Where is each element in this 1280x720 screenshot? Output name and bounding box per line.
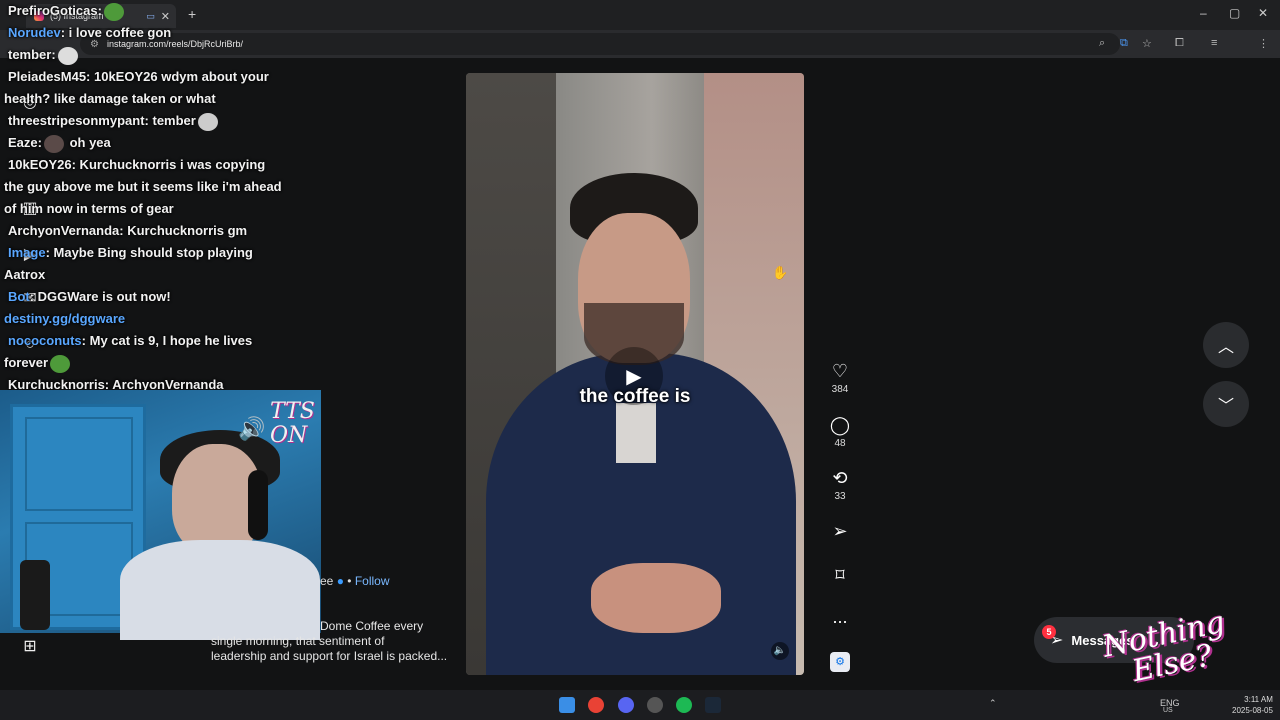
like-count: 384 <box>831 384 849 395</box>
spotify-icon[interactable] <box>676 697 692 713</box>
volume-icon[interactable]: 🔈 <box>771 642 789 660</box>
menu-icon[interactable]: ⋮ <box>1258 37 1269 50</box>
stream-chat-overlay: PrefiroGoticas: Norudev: i love coffee g… <box>4 0 294 396</box>
repost-count: 33 <box>834 491 846 502</box>
chat-message: 10kEOY26: Kurchucknorris i was copying <box>8 157 266 172</box>
chat-message-continuation: the guy above me but it seems like i'm a… <box>4 179 282 194</box>
microphone-icon <box>20 560 50 630</box>
more-icon: ... <box>832 607 848 627</box>
reel-caption[interactable]: Dome Coffee every single morning, that s… <box>211 619 451 664</box>
audio-thumbnail-icon[interactable]: ⚙ <box>830 652 850 672</box>
next-reel-button[interactable]: ﹀ <box>1203 381 1249 427</box>
save-button[interactable]: ⌑ <box>826 564 854 586</box>
chat-message-continuation: health? like damage taken or what <box>4 91 216 106</box>
send-icon: ➢ <box>832 521 848 541</box>
discord-icon[interactable] <box>618 697 634 713</box>
bookmark-star-icon[interactable]: ☆ <box>1142 37 1152 50</box>
extensions-icon[interactable]: ⧠ <box>1175 37 1184 50</box>
emote-icon <box>103 2 124 21</box>
emote-icon <box>197 112 218 131</box>
comment-count: 48 <box>834 438 846 449</box>
start-icon[interactable] <box>559 697 575 713</box>
emote-icon <box>50 354 71 373</box>
windows-taskbar: ⌃ ENG US 3:11 AM 2025-08-05 <box>0 690 1280 720</box>
emote-icon <box>57 46 78 65</box>
repost-button[interactable]: ⟲ 33 <box>826 467 854 502</box>
chrome-icon[interactable] <box>588 697 604 713</box>
tray-overflow-icon[interactable]: ⌃ <box>989 698 997 709</box>
chat-message: Image: Maybe Bing should stop playing <box>8 245 253 260</box>
speaker-icon: 🔊 <box>238 416 266 441</box>
obs-icon[interactable] <box>647 697 663 713</box>
reel-author-row: ee ● • Follow <box>320 574 390 588</box>
mouse-cursor-icon: ✋ <box>772 265 789 280</box>
steam-icon[interactable] <box>705 697 721 713</box>
chat-message: ArchyonVernanda: Kurchucknorris gm <box>8 223 248 238</box>
chevron-down-icon: ﹀ <box>1217 398 1234 415</box>
chat-message: Norudev: i love coffee gon <box>8 25 172 40</box>
headset-icon <box>248 470 268 540</box>
comment-button[interactable]: ◯ 48 <box>826 414 854 449</box>
chat-message: PrefiroGoticas: <box>4 0 294 22</box>
chevron-up-icon: ︿ <box>1217 339 1234 356</box>
emote-icon <box>43 134 64 153</box>
like-button[interactable]: ♡ 384 <box>826 360 854 395</box>
media-control-icon[interactable]: ≡ <box>1211 37 1217 49</box>
chat-message-continuation: of him now in terms of gear <box>4 201 174 216</box>
chat-message: threestripesonmypant: tember <box>4 110 294 132</box>
zoom-icon[interactable]: ⌕ <box>1099 37 1105 50</box>
heart-icon: ♡ <box>831 361 849 381</box>
repost-icon: ⟲ <box>832 468 848 488</box>
comment-icon: ◯ <box>829 415 851 435</box>
chat-message: Eaze: oh yea <box>4 132 294 154</box>
minimize-button[interactable]: – <box>1200 6 1207 20</box>
verified-badge-icon: ● <box>336 574 344 588</box>
chat-message-continuation: Aatrox <box>4 267 46 282</box>
chat-message: tember: <box>4 44 294 66</box>
chat-message: Bot: DGGWare is out now! <box>8 289 171 304</box>
tts-on-label: TTS ON <box>270 399 315 448</box>
video-caption-overlay: the coffee is <box>579 386 691 407</box>
messages-badge: 5 <box>1042 625 1056 639</box>
cast-icon[interactable]: ⧉ <box>1120 37 1128 50</box>
previous-reel-button[interactable]: ︿ <box>1203 322 1249 368</box>
chat-message: nococonuts: My cat is 9, I hope he lives <box>8 333 253 348</box>
more-menu-icon[interactable]: ⊞ <box>18 636 42 660</box>
share-button[interactable]: ➢ <box>826 520 854 542</box>
bookmark-icon: ⌑ <box>835 565 845 585</box>
chat-message-continuation: forever <box>4 352 294 374</box>
more-options-button[interactable]: ... <box>826 606 854 628</box>
maximize-button[interactable]: ▢ <box>1229 6 1240 20</box>
system-clock[interactable]: 3:11 AM 2025-08-05 <box>1232 694 1273 716</box>
chat-message: PleiadesM45: 10kEOY26 wdym about your <box>8 69 269 84</box>
follow-button[interactable]: Follow <box>355 574 390 588</box>
author-name-fragment[interactable]: ee <box>320 574 333 588</box>
close-window-button[interactable]: ✕ <box>1258 6 1268 20</box>
chat-message-continuation: destiny.gg/dggware <box>4 311 126 326</box>
